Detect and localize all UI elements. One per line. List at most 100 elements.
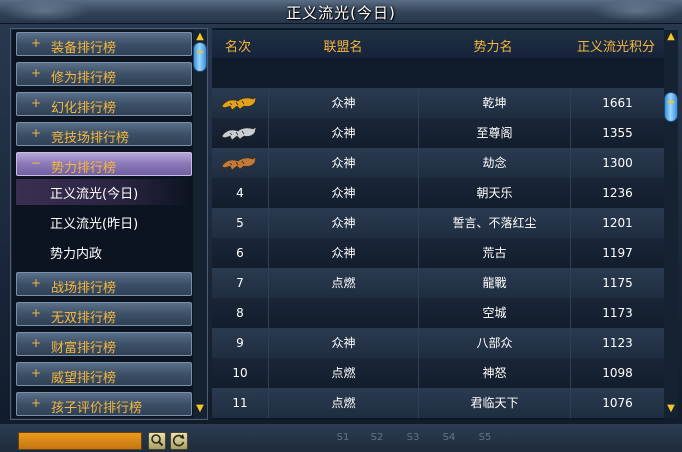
skill-slot: S3: [406, 432, 420, 443]
header-rank: 名次: [224, 40, 251, 55]
table-row[interactable]: 众神 乾坤 1661: [212, 88, 664, 118]
rank-cell: 11: [232, 396, 248, 410]
table-scrollbar[interactable]: ▲ ▼: [664, 30, 678, 418]
rank-cell: 8: [236, 306, 244, 320]
category-label: 战场排行榜: [51, 281, 117, 296]
expand-icon: +: [31, 276, 42, 290]
alliance-cell: 众神: [268, 148, 418, 178]
subitem-label: 势力内政: [50, 247, 103, 262]
subitem-faction-internal[interactable]: 势力内政: [16, 239, 192, 265]
subitem-justice-today[interactable]: 正义流光(今日): [16, 179, 192, 205]
category-label: 财富排行榜: [51, 341, 117, 356]
alliance-cell: 众神: [268, 178, 418, 208]
magnifier-icon[interactable]: [148, 432, 166, 450]
expand-icon: +: [31, 396, 42, 410]
rank-cell: 7: [236, 276, 244, 290]
category-arena[interactable]: + 竞技场排行榜: [16, 122, 192, 146]
score-cell: 1236: [570, 178, 664, 208]
gold-tiger-icon: [221, 96, 257, 111]
expand-icon: +: [31, 36, 42, 50]
scroll-down-icon[interactable]: ▼: [665, 404, 677, 414]
rank-cell: [212, 88, 268, 118]
rank-cell: 6: [236, 246, 244, 260]
faction-cell: 乾坤: [418, 88, 570, 118]
table-row[interactable]: 4 众神 朝天乐 1236: [212, 178, 664, 208]
faction-cell: 空城: [418, 298, 570, 328]
table-row[interactable]: 11 点燃 君临天下 1076: [212, 388, 664, 418]
category-battlefield[interactable]: + 战场排行榜: [16, 272, 192, 296]
expand-icon: +: [31, 126, 42, 140]
table-row[interactable]: 众神 劫念 1300: [212, 148, 664, 178]
category-label: 竞技场排行榜: [51, 131, 130, 146]
category-label: 孩子评价排行榜: [51, 401, 143, 416]
header-alliance: 联盟名: [323, 40, 363, 55]
category-cultivation[interactable]: + 修为排行榜: [16, 62, 192, 86]
header-faction: 势力名: [473, 40, 513, 55]
category-transform[interactable]: + 幻化排行榜: [16, 92, 192, 116]
expand-icon: +: [31, 366, 42, 380]
subitem-label: 正义流光(今日): [50, 187, 139, 202]
thumb-grip: [668, 101, 674, 103]
alliance-cell: 众神: [268, 328, 418, 358]
table-row[interactable]: 7 点燃 龍戰 1175: [212, 268, 664, 298]
faction-cell: 荒古: [418, 238, 570, 268]
table-row[interactable]: 10 点燃 神怒 1098: [212, 358, 664, 388]
skill-slot: S2: [370, 432, 384, 443]
category-label: 无双排行榜: [51, 311, 117, 326]
faction-cell: 君临天下: [418, 388, 570, 418]
score-cell: 1355: [570, 118, 664, 148]
bronze-tiger-icon: [221, 156, 257, 171]
category-equipment[interactable]: + 装备排行榜: [16, 32, 192, 56]
scroll-thumb[interactable]: [193, 42, 207, 72]
category-child-rating[interactable]: + 孩子评价排行榜: [16, 392, 192, 416]
alliance-cell: 众神: [268, 238, 418, 268]
subitem-justice-yesterday[interactable]: 正义流光(昨日): [16, 209, 192, 235]
category-faction[interactable]: − 势力排行榜: [16, 152, 192, 176]
rank-cell: 4: [236, 186, 244, 200]
table-row[interactable]: 众神 至尊阁 1355: [212, 118, 664, 148]
score-cell: 1123: [570, 328, 664, 358]
faction-cell: 朝天乐: [418, 178, 570, 208]
expand-icon: +: [31, 66, 42, 80]
category-label: 装备排行榜: [51, 41, 117, 56]
category-wushuang[interactable]: + 无双排行榜: [16, 302, 192, 326]
search-input[interactable]: [18, 432, 142, 450]
header-score: 正义流光积分: [576, 40, 655, 55]
scroll-down-icon[interactable]: ▼: [194, 404, 206, 414]
rank-cell: [212, 118, 268, 148]
rank-cell: 10: [232, 366, 248, 380]
thumb-grip: [197, 51, 203, 53]
table-row[interactable]: 9 众神 八部众 1123: [212, 328, 664, 358]
table-row[interactable]: 5 众神 誓言、不落红尘 1201: [212, 208, 664, 238]
alliance-cell: 众神: [268, 88, 418, 118]
rank-cell: 9: [236, 336, 244, 350]
scroll-thumb[interactable]: [664, 92, 678, 122]
category-label: 势力排行榜: [51, 161, 117, 176]
faction-cell: 劫念: [418, 148, 570, 178]
category-scrollbar[interactable]: ▲ ▼: [193, 30, 207, 418]
faction-cell: 神怒: [418, 358, 570, 388]
refresh-icon[interactable]: [170, 432, 188, 450]
header-spacer: [212, 58, 664, 88]
alliance-cell: 点燃: [268, 358, 418, 388]
score-cell: 1173: [570, 298, 664, 328]
silver-tiger-icon: [221, 126, 257, 141]
table-row[interactable]: 8 空城 1173: [212, 298, 664, 328]
category-label: 幻化排行榜: [51, 101, 117, 116]
scroll-up-icon[interactable]: ▲: [194, 32, 206, 42]
score-cell: 1076: [570, 388, 664, 418]
skill-slot: S1: [336, 432, 350, 443]
table-row[interactable]: 6 众神 荒古 1197: [212, 238, 664, 268]
faction-cell: 至尊阁: [418, 118, 570, 148]
title-bar: 正义流光(今日): [0, 0, 682, 24]
subitem-label: 正义流光(昨日): [50, 217, 139, 232]
category-wealth[interactable]: + 财富排行榜: [16, 332, 192, 356]
category-prestige[interactable]: + 威望排行榜: [16, 362, 192, 386]
expand-icon: +: [31, 336, 42, 350]
alliance-cell: 点燃: [268, 388, 418, 418]
scroll-up-icon[interactable]: ▲: [665, 32, 677, 42]
score-cell: 1300: [570, 148, 664, 178]
score-cell: 1661: [570, 88, 664, 118]
alliance-cell: 点燃: [268, 268, 418, 298]
window-title: 正义流光(今日): [286, 4, 396, 22]
